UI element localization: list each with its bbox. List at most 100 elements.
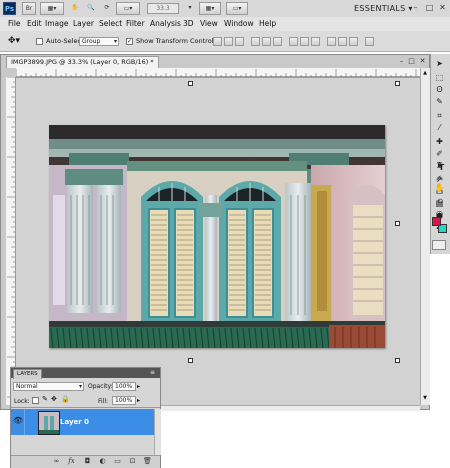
menu-layer[interactable]: Layer xyxy=(73,17,94,31)
hand-tool-icon[interactable]: ✋ xyxy=(432,182,447,193)
menu-help[interactable]: Help xyxy=(259,17,276,31)
type-tool-icon[interactable]: T xyxy=(434,162,449,173)
rotate-view-icon[interactable]: ⟳ xyxy=(100,2,114,15)
auto-select-checkbox[interactable] xyxy=(36,38,43,45)
adjustment-icon[interactable]: ◐ xyxy=(98,457,107,465)
doc-minimize-icon[interactable]: – xyxy=(397,57,406,66)
document-photo[interactable] xyxy=(49,125,385,348)
zoom-level-field[interactable]: 33.3 xyxy=(147,3,179,14)
panel-menu-icon[interactable]: ≡ xyxy=(150,369,155,377)
new-layer-icon[interactable]: ⊡ xyxy=(128,457,137,465)
foreground-color-swatch[interactable] xyxy=(432,217,441,226)
workspace-switcher[interactable]: ESSENTIALS ▾ xyxy=(354,1,413,16)
menu-file[interactable]: File xyxy=(8,17,21,31)
menu-view[interactable]: View xyxy=(200,17,218,31)
auto-select-dropdown[interactable]: Group ▾ xyxy=(79,37,119,46)
menu-filter[interactable]: Filter xyxy=(126,17,145,31)
doc-close-icon[interactable]: ✕ xyxy=(418,57,427,66)
align-hcenter-icon[interactable] xyxy=(262,37,271,46)
group-icon[interactable]: ▭ xyxy=(113,457,122,465)
vertical-scrollbar[interactable]: ▲ ▼ xyxy=(420,68,430,405)
lock-position-icon[interactable]: ✥ xyxy=(51,395,57,404)
menu-3d[interactable]: 3D xyxy=(183,17,194,31)
zoom-dropdown-icon[interactable]: ▾ xyxy=(185,2,195,15)
scroll-down-arrow-icon[interactable]: ▼ xyxy=(422,395,428,401)
transform-handle-top[interactable] xyxy=(188,81,193,86)
close-icon[interactable]: ✕ xyxy=(437,3,448,13)
menu-image[interactable]: Image xyxy=(45,17,69,31)
move-tool-preset-icon[interactable]: ✥▾ xyxy=(8,36,20,46)
align-top-icon[interactable] xyxy=(213,37,222,46)
lock-transparent-icon[interactable] xyxy=(32,397,39,404)
healing-tool-icon[interactable]: ✚ xyxy=(432,136,447,147)
transform-handle-bottom[interactable] xyxy=(188,358,193,363)
opacity-label: Opacity: xyxy=(88,383,113,390)
vertical-ruler[interactable] xyxy=(6,77,16,405)
fill-slider-arrow-icon[interactable]: ▸ xyxy=(137,396,140,405)
quick-select-tool-icon[interactable]: ✎ xyxy=(432,96,447,107)
distribute-vcenter-icon[interactable] xyxy=(300,37,309,46)
horizontal-ruler[interactable] xyxy=(16,68,420,78)
fx-icon[interactable]: fx xyxy=(67,457,76,465)
show-transform-checkbox[interactable]: ✓ xyxy=(126,38,133,45)
transform-handle-top-right[interactable] xyxy=(395,81,400,86)
layers-tab[interactable]: LAYERS xyxy=(13,369,42,379)
lock-all-icon[interactable]: 🔒 xyxy=(61,395,70,404)
align-right-icon[interactable] xyxy=(273,37,282,46)
layers-scrollbar[interactable] xyxy=(154,409,161,455)
view-extras-button[interactable]: ▦▾ xyxy=(40,2,64,15)
fill-field[interactable]: 100% xyxy=(112,396,136,405)
marquee-tool-icon[interactable]: ⬚ xyxy=(432,72,447,83)
mask-icon[interactable]: ◘ xyxy=(83,457,92,465)
maximize-icon[interactable]: □ xyxy=(424,3,435,13)
lock-label: Lock: xyxy=(14,398,30,405)
bridge-button[interactable]: Br xyxy=(22,2,36,15)
lasso-tool-icon[interactable]: ʘ xyxy=(432,84,447,95)
document-tab[interactable]: IMGP3899.JPG @ 33.3% (Layer 0, RGB/16) * xyxy=(6,56,159,68)
menu-select[interactable]: Select xyxy=(99,17,122,31)
lock-pixels-icon[interactable]: ✎ xyxy=(42,395,48,404)
align-bottom-icon[interactable] xyxy=(235,37,244,46)
align-vcenter-icon[interactable] xyxy=(224,37,233,46)
doc-maximize-icon[interactable]: □ xyxy=(407,57,416,66)
distribute-bottom-icon[interactable] xyxy=(311,37,320,46)
screen-mode-button[interactable]: ▭▾ xyxy=(226,2,248,15)
distribute-top-icon[interactable] xyxy=(289,37,298,46)
align-left-icon[interactable] xyxy=(251,37,260,46)
photoshop-logo: Ps xyxy=(3,2,16,15)
arrange-documents-button[interactable]: ▦▾ xyxy=(199,2,221,15)
scroll-up-arrow-icon[interactable]: ▲ xyxy=(422,70,428,76)
visibility-eye-icon[interactable]: 👁 xyxy=(13,416,23,426)
opacity-slider-arrow-icon[interactable]: ▸ xyxy=(137,382,140,391)
link-icon[interactable]: ∞ xyxy=(52,457,61,465)
opacity-field[interactable]: 100% xyxy=(112,382,136,391)
move-tool-icon[interactable]: ➤ xyxy=(432,58,447,69)
divider xyxy=(11,407,160,408)
layer-thumbnail[interactable] xyxy=(38,411,60,435)
ruler-toggle-button[interactable]: ▭▾ xyxy=(116,2,140,15)
auto-align-icon[interactable] xyxy=(365,37,374,46)
hand-icon[interactable]: ✋ xyxy=(68,2,82,15)
minimize-icon[interactable]: – xyxy=(410,3,421,13)
layer-name[interactable]: Layer 0 xyxy=(60,418,89,427)
trash-icon[interactable]: 🗑 xyxy=(143,457,152,465)
distribute-hcenter-icon[interactable] xyxy=(338,37,347,46)
show-transform-label: Show Transform Controls xyxy=(136,37,217,45)
transform-handle-bottom-right[interactable] xyxy=(395,358,400,363)
menu-analysis[interactable]: Analysis xyxy=(150,17,181,31)
distribute-right-icon[interactable] xyxy=(349,37,358,46)
3d-rotate-tool-icon[interactable]: ⟲ xyxy=(432,196,447,207)
menu-bar: File Edit Image Layer Select Filter Anal… xyxy=(0,17,450,32)
divider xyxy=(24,409,25,435)
menu-window[interactable]: Window xyxy=(224,17,254,31)
menu-edit[interactable]: Edit xyxy=(27,17,42,31)
shophouse-facade-illustration xyxy=(49,125,385,348)
zoom-icon[interactable]: 🔍 xyxy=(84,2,98,15)
transform-handle-right[interactable] xyxy=(395,221,400,226)
brush-tool-icon[interactable]: ✐ xyxy=(432,148,447,159)
eyedropper-tool-icon[interactable]: ⁄ xyxy=(432,122,447,133)
crop-tool-icon[interactable]: ⌗ xyxy=(432,110,447,121)
quick-mask-icon[interactable] xyxy=(432,240,446,250)
blend-mode-dropdown[interactable]: Normal ▾ xyxy=(13,382,84,391)
distribute-left-icon[interactable] xyxy=(327,37,336,46)
